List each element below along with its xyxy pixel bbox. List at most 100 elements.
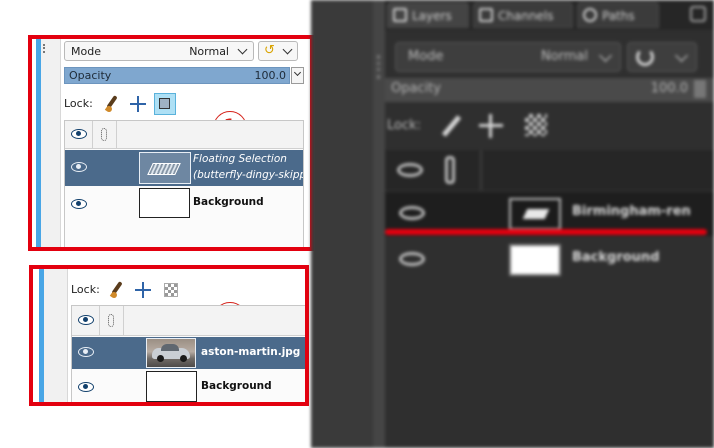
channels-tab-icon <box>479 8 493 22</box>
visibility-column-header[interactable] <box>65 121 93 148</box>
lock-row: Lock: <box>64 91 304 117</box>
chain-link-icon <box>101 128 107 141</box>
layers-tab-icon <box>393 8 407 22</box>
lock-row: Lock: <box>385 110 714 140</box>
lock-label: Lock: <box>64 97 93 110</box>
layer-name-line1: Floating Selection <box>193 153 287 165</box>
composite-mode-dropdown[interactable] <box>627 42 697 72</box>
opacity-value: 100.0 <box>254 69 287 82</box>
tab-channels[interactable]: Channels <box>473 2 573 28</box>
drag-grip-icon[interactable] <box>43 44 48 53</box>
red-underline-marker <box>385 229 707 235</box>
layer-name: aston-martin.jpg <box>201 346 301 358</box>
opacity-value: 100.0 <box>650 81 688 96</box>
lock-position-move-icon[interactable] <box>133 280 153 300</box>
chain-link-icon <box>108 314 114 327</box>
chain-link-icon[interactable] <box>445 156 455 184</box>
layer-row-background[interactable]: Background <box>385 238 714 282</box>
eye-icon[interactable] <box>397 163 423 177</box>
dock-menu-icon[interactable] <box>690 6 706 22</box>
layer-row-background[interactable]: Background <box>72 370 305 402</box>
eye-icon[interactable] <box>71 162 87 172</box>
lock-alpha-toggle-active[interactable] <box>154 93 176 115</box>
header-divider <box>480 150 482 190</box>
background-thumbnail <box>146 371 197 402</box>
composite-mode-icon <box>636 48 654 66</box>
chevron-down-icon <box>282 44 293 55</box>
lock-alpha-checker-icon[interactable] <box>525 114 547 136</box>
opacity-slider[interactable]: Opacity 100.0 <box>64 67 290 84</box>
lock-label: Lock: <box>71 283 100 296</box>
tab-label: Paths <box>602 9 635 23</box>
eye-icon[interactable] <box>71 199 87 209</box>
layer-name-line2: (butterfly-dingy-skipper <box>193 169 303 181</box>
opacity-spin-button[interactable] <box>694 80 706 98</box>
floating-selection-thumbnail <box>139 152 191 184</box>
opacity-label: Opacity <box>391 81 442 96</box>
eye-icon <box>71 129 87 139</box>
mode-dropdown[interactable]: Mode Normal <box>64 41 254 61</box>
screenshot-root: Mode Normal ↺ Opacity 100.0 Lock: Floati… <box>0 0 714 448</box>
floating-selection-thumbnail <box>509 198 561 230</box>
opacity-spin-button[interactable] <box>291 67 304 84</box>
lock-pixels-brush-icon[interactable] <box>102 94 122 114</box>
layer-name: Background <box>193 196 264 208</box>
chevron-down-icon <box>675 49 688 62</box>
layer-name: Birmingham-ren <box>572 204 691 219</box>
link-column-header[interactable] <box>93 121 117 148</box>
dock-side-strip <box>41 39 61 247</box>
lock-pixels-brush-icon[interactable] <box>441 115 462 137</box>
tab-label: Layers <box>412 9 452 23</box>
layers-list-header <box>65 121 303 149</box>
layer-row-background[interactable]: Background <box>65 187 303 221</box>
mode-value: Normal <box>540 49 588 64</box>
eye-icon[interactable] <box>399 252 425 266</box>
eye-icon[interactable] <box>78 347 94 357</box>
visibility-column-header[interactable] <box>72 306 100 335</box>
canvas-edge <box>311 0 381 448</box>
mode-row: Mode Normal ↺ <box>64 41 304 63</box>
dark-theme-layers-dock: Layers Channels Paths Mode Normal Opacit… <box>311 0 714 448</box>
layers-list: Floating Selection (butterfly-dingy-skip… <box>64 120 304 247</box>
lock-row: Lock: <box>71 277 305 303</box>
mode-label: Mode <box>71 45 101 58</box>
chevron-down-icon <box>237 44 248 55</box>
layers-list-header <box>385 150 714 190</box>
layers-list-header <box>72 306 305 336</box>
opacity-slider[interactable]: Opacity 100.0 <box>385 78 714 102</box>
opacity-label: Opacity <box>69 69 112 82</box>
layers-list: aston-martin.jpg Background <box>71 305 305 402</box>
dark-layers-body: Mode Normal Opacity 100.0 Lock: Birmingh… <box>385 30 714 448</box>
link-column-header[interactable] <box>100 306 124 335</box>
annotated-panel-2: Lock: 2 <box>29 265 309 406</box>
eye-icon[interactable] <box>399 206 425 220</box>
lock-position-move-icon[interactable] <box>479 124 503 127</box>
lock-pixels-brush-icon[interactable] <box>107 280 127 300</box>
tab-layers[interactable]: Layers <box>387 2 469 28</box>
dock-side-strip <box>44 269 68 402</box>
eye-icon <box>78 315 94 325</box>
lock-alpha-checker-icon[interactable] <box>161 280 181 300</box>
layer-name: Background <box>572 250 660 265</box>
paths-tab-icon <box>583 8 597 22</box>
composite-mode-dropdown[interactable]: ↺ <box>258 41 298 61</box>
layer-row-floating-selection[interactable]: Floating Selection (butterfly-dingy-skip… <box>65 150 303 186</box>
drag-grip-icon[interactable] <box>377 55 381 79</box>
car-thumbnail <box>146 338 196 368</box>
tab-paths[interactable]: Paths <box>577 2 659 28</box>
chevron-down-icon <box>293 68 302 77</box>
layer-name: Background <box>201 380 272 392</box>
dock-tab-bar: Layers Channels Paths <box>385 0 714 30</box>
eye-icon[interactable] <box>78 382 94 392</box>
chevron-down-icon <box>599 49 612 62</box>
lock-position-move-icon[interactable] <box>128 94 148 114</box>
annotated-panel-1: Mode Normal ↺ Opacity 100.0 Lock: Floati… <box>28 35 314 251</box>
mode-value: Normal <box>189 45 229 58</box>
lock-label: Lock: <box>387 118 422 133</box>
background-thumbnail <box>139 188 190 218</box>
layer-row-aston-martin[interactable]: aston-martin.jpg <box>72 337 305 369</box>
opacity-row: Opacity 100.0 <box>64 67 304 84</box>
background-thumbnail <box>509 244 561 276</box>
composite-mode-icon: ↺ <box>264 43 275 58</box>
mode-dropdown[interactable]: Mode Normal <box>395 42 621 72</box>
